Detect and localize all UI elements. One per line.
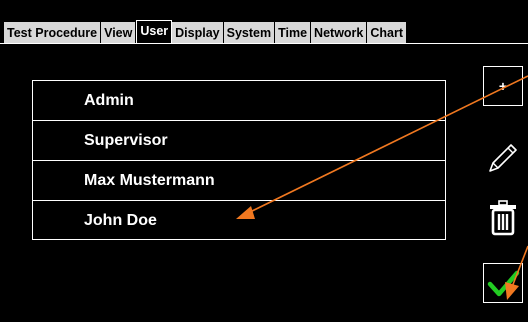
trash-icon bbox=[490, 200, 516, 236]
tab-time[interactable]: Time bbox=[275, 22, 312, 44]
tab-chart[interactable]: Chart bbox=[367, 22, 408, 44]
confirm-button[interactable] bbox=[483, 263, 523, 303]
tab-display[interactable]: Display bbox=[172, 22, 224, 44]
tab-test-procedure[interactable]: Test Procedure bbox=[4, 22, 102, 44]
user-list: Admin Supervisor Max Mustermann John Doe bbox=[32, 80, 446, 240]
user-row-john-doe[interactable]: John Doe bbox=[33, 201, 445, 240]
edit-user-button[interactable] bbox=[483, 138, 523, 178]
tab-list: Test Procedure View User Display System … bbox=[4, 20, 408, 44]
user-row-max-mustermann[interactable]: Max Mustermann bbox=[33, 161, 445, 201]
tab-underline bbox=[0, 43, 528, 44]
add-user-button[interactable]: + bbox=[483, 66, 523, 106]
checkmark-icon bbox=[487, 270, 520, 297]
tab-bar: Test Procedure View User Display System … bbox=[0, 0, 528, 44]
pencil-icon bbox=[489, 144, 517, 172]
delete-user-button[interactable] bbox=[483, 198, 523, 238]
tab-view[interactable]: View bbox=[101, 22, 137, 44]
user-row-admin[interactable]: Admin bbox=[33, 81, 445, 121]
tab-network[interactable]: Network bbox=[311, 22, 368, 44]
add-label: + bbox=[498, 78, 508, 94]
user-row-supervisor[interactable]: Supervisor bbox=[33, 121, 445, 161]
tab-user[interactable]: User bbox=[136, 20, 173, 44]
tab-system[interactable]: System bbox=[223, 22, 276, 44]
